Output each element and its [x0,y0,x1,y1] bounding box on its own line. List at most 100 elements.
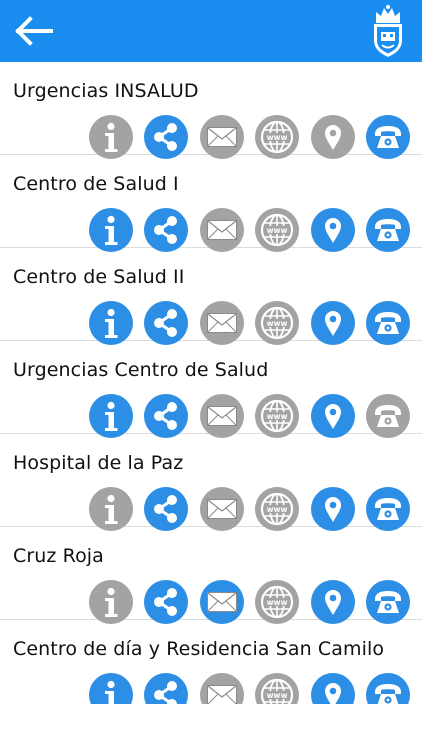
list-item-title: Cruz Roja [13,545,104,567]
website-icon: www [260,492,294,526]
list-item-title: Centro de día y Residencia San Camilo [13,638,385,660]
location-pin-button[interactable] [310,487,355,531]
svg-text:www: www [267,598,288,607]
phone-icon [375,591,401,613]
info-icon [104,494,117,524]
list-item: Urgencias Centro de Salud www [0,341,422,438]
list-item: Centro de Salud II www [0,248,422,345]
share-icon [154,588,177,616]
share-button[interactable] [144,301,188,345]
share-button[interactable] [144,487,188,531]
email-button[interactable] [199,208,244,252]
arrow-left-icon [15,16,53,46]
phone-button[interactable] [366,115,410,159]
share-icon [154,309,177,337]
info-button[interactable] [88,487,133,531]
email-icon [206,313,237,333]
share-button[interactable] [144,580,188,624]
phone-icon [375,126,401,148]
website-button[interactable]: www [255,208,299,252]
email-icon [206,127,237,147]
website-button[interactable]: www [255,580,299,624]
phone-button[interactable] [366,487,410,531]
email-button[interactable] [199,487,244,531]
crest-logo-icon [370,4,406,58]
phone-button[interactable] [366,394,410,438]
list-item: Hospital de la Paz www [0,434,422,531]
email-button[interactable] [199,394,244,438]
info-button[interactable] [88,301,133,345]
share-button[interactable] [144,115,188,159]
svg-text:www: www [267,226,288,235]
phone-icon [375,405,401,427]
info-button[interactable] [88,394,133,438]
website-button[interactable]: www [255,487,299,531]
share-button[interactable] [144,673,188,704]
list-item: Urgencias INSALUD www [0,62,422,159]
share-icon [154,216,177,244]
share-icon [154,681,177,704]
email-button[interactable] [199,115,244,159]
location-pin-button[interactable] [310,394,355,438]
info-icon [104,308,117,338]
location-pin-button[interactable] [310,115,355,159]
email-icon [206,220,237,240]
phone-button[interactable] [366,673,410,704]
website-button[interactable]: www [255,673,299,704]
back-button[interactable] [12,11,56,51]
list-item: Centro de día y Residencia San Camilo www [0,620,422,704]
location-pin-button[interactable] [310,208,355,252]
location-pin-button[interactable] [310,580,355,624]
email-icon [206,685,237,704]
list-item: Centro de Salud I www [0,155,422,252]
email-button[interactable] [199,301,244,345]
location-pin-icon [324,590,341,615]
email-icon [206,592,237,612]
list-item-title: Urgencias INSALUD [13,80,199,102]
location-pin-icon [324,404,341,429]
info-button[interactable] [88,580,133,624]
email-icon [206,406,237,426]
list-item-title: Hospital de la Paz [13,452,184,474]
svg-text:www: www [267,505,288,514]
website-icon: www [260,678,294,704]
share-button[interactable] [144,394,188,438]
location-pin-button[interactable] [310,301,355,345]
website-icon: www [260,585,294,619]
list-item-title: Centro de Salud II [13,266,185,288]
info-icon [104,122,117,152]
phone-button[interactable] [366,301,410,345]
share-button[interactable] [144,208,188,252]
share-icon [154,402,177,430]
svg-text:www: www [267,691,288,700]
location-pin-button[interactable] [310,673,355,704]
share-icon [154,495,177,523]
website-icon: www [260,306,294,340]
website-button[interactable]: www [255,115,299,159]
contact-list: Urgencias INSALUD www Centro de Salud I www… [0,62,422,704]
website-icon: www [260,399,294,433]
website-button[interactable]: www [255,394,299,438]
phone-icon [375,684,401,704]
location-pin-icon [324,683,341,704]
info-icon [104,215,117,245]
email-button[interactable] [199,580,244,624]
info-button[interactable] [88,115,133,159]
action-icons: www [88,673,410,704]
info-button[interactable] [88,208,133,252]
list-item-title: Urgencias Centro de Salud [13,359,269,381]
website-button[interactable]: www [255,301,299,345]
website-icon: www [260,213,294,247]
phone-button[interactable] [366,208,410,252]
svg-text:www: www [267,412,288,421]
phone-icon [375,312,401,334]
location-pin-icon [324,311,341,336]
list-item: Cruz Roja www [0,527,422,624]
email-button[interactable] [199,673,244,704]
svg-text:www: www [267,319,288,328]
bottom-area [0,704,422,750]
info-icon [104,587,117,617]
info-button[interactable] [88,673,133,704]
phone-button[interactable] [366,580,410,624]
svg-text:www: www [267,133,288,142]
